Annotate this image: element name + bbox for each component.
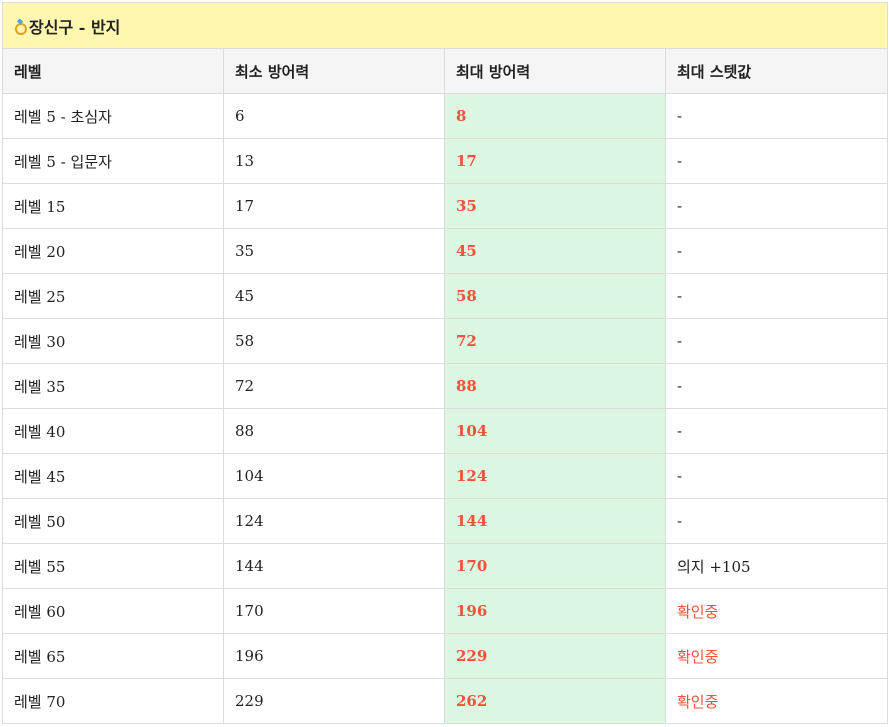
table-row: 레벨 65 196 229 확인중	[2, 633, 889, 679]
cell-max-stat: -	[664, 453, 889, 499]
cell-min-defense: 6	[223, 93, 445, 139]
cell-level: 레벨 5 - 초심자	[2, 93, 224, 139]
cell-max-defense: 196	[444, 588, 666, 634]
cell-min-defense: 35	[223, 228, 445, 274]
cell-level: 레벨 5 - 입문자	[2, 138, 224, 184]
cell-level: 레벨 55	[2, 543, 224, 589]
cell-min-defense: 104	[223, 453, 445, 499]
table-title: 장신구 - 반지	[1, 2, 889, 49]
cell-max-defense: 124	[444, 453, 666, 499]
cell-level: 레벨 15	[2, 183, 224, 229]
column-header-min-defense: 최소 방어력	[223, 48, 445, 94]
table-row: 레벨 30 58 72-	[2, 318, 889, 364]
cell-max-stat: -	[664, 228, 889, 274]
cell-max-defense: 229	[444, 633, 666, 679]
table-row: 레벨 45 104 124-	[2, 453, 889, 499]
cell-max-stat: 의지 +105	[664, 543, 889, 589]
table-row: 레벨 50 124 144-	[2, 498, 889, 544]
cell-min-defense: 170	[223, 588, 445, 634]
cell-max-defense: 170	[444, 543, 666, 589]
table-row: 레벨 15 17 35-	[2, 183, 889, 229]
cell-level: 레벨 25	[2, 273, 224, 319]
cell-max-defense: 72	[444, 318, 666, 364]
ring-armor-table-container: 장신구 - 반지 레벨 최소 방어력 최대 방어력 최대 스텟값 레벨 5 - …	[1, 2, 889, 724]
cell-max-defense: 88	[444, 363, 666, 409]
cell-min-defense: 58	[223, 318, 445, 364]
cell-level: 레벨 40	[2, 408, 224, 454]
table-row: 레벨 5 - 입문자 13 17-	[2, 138, 889, 184]
cell-max-stat: 확인중	[664, 633, 889, 679]
table-title-row: 장신구 - 반지	[1, 2, 889, 49]
cell-min-defense: 229	[223, 678, 445, 724]
cell-max-defense: 8	[444, 93, 666, 139]
cell-max-stat: 확인중	[664, 678, 889, 724]
cell-level: 레벨 70	[2, 678, 224, 724]
column-header-max-stat: 최대 스텟값	[664, 48, 889, 94]
cell-max-defense: 17	[444, 138, 666, 184]
cell-max-defense: 35	[444, 183, 666, 229]
ring-icon	[14, 19, 27, 35]
cell-min-defense: 196	[223, 633, 445, 679]
table-row: 레벨 40 88 104-	[2, 408, 889, 454]
table-row: 레벨 20 35 45-	[2, 228, 889, 274]
cell-min-defense: 13	[223, 138, 445, 184]
table-title-text: 장신구 - 반지	[29, 17, 121, 37]
cell-max-stat: -	[664, 318, 889, 364]
cell-min-defense: 72	[223, 363, 445, 409]
cell-min-defense: 144	[223, 543, 445, 589]
table-row: 레벨 55 144 170 의지 +105	[2, 543, 889, 589]
table-row: 레벨 60 170 196 확인중	[2, 588, 889, 634]
cell-level: 레벨 20	[2, 228, 224, 274]
cell-level: 레벨 30	[2, 318, 224, 364]
cell-max-stat: -	[664, 93, 889, 139]
cell-min-defense: 45	[223, 273, 445, 319]
cell-min-defense: 88	[223, 408, 445, 454]
cell-max-defense: 58	[444, 273, 666, 319]
cell-level: 레벨 65	[2, 633, 224, 679]
cell-max-stat: -	[664, 498, 889, 544]
cell-max-defense: 45	[444, 228, 666, 274]
cell-min-defense: 124	[223, 498, 445, 544]
cell-level: 레벨 45	[2, 453, 224, 499]
cell-max-stat: -	[664, 183, 889, 229]
cell-max-defense: 144	[444, 498, 666, 544]
ring-armor-table: 장신구 - 반지 레벨 최소 방어력 최대 방어력 최대 스텟값 레벨 5 - …	[1, 2, 889, 724]
cell-level: 레벨 50	[2, 498, 224, 544]
table-body: 레벨 5 - 초심자 6 8- 레벨 5 - 입문자 13 17- 레벨 15 17 35- 레벨…	[2, 93, 889, 724]
table-row: 레벨 25 45 58-	[2, 273, 889, 319]
cell-max-defense: 262	[444, 678, 666, 724]
table-row: 레벨 35 72 88-	[2, 363, 889, 409]
cell-level: 레벨 35	[2, 363, 224, 409]
cell-max-stat: -	[664, 408, 889, 454]
table-header-row: 레벨 최소 방어력 최대 방어력 최대 스텟값	[2, 48, 889, 94]
cell-max-defense: 104	[444, 408, 666, 454]
cell-max-stat: -	[664, 363, 889, 409]
cell-max-stat: -	[664, 273, 889, 319]
table-row: 레벨 5 - 초심자 6 8-	[2, 93, 889, 139]
cell-min-defense: 17	[223, 183, 445, 229]
table-row: 레벨 70 229 262 확인중	[2, 678, 889, 724]
cell-level: 레벨 60	[2, 588, 224, 634]
column-header-max-defense: 최대 방어력	[444, 48, 666, 94]
cell-max-stat: -	[664, 138, 889, 184]
column-header-level: 레벨	[2, 48, 224, 94]
cell-max-stat: 확인중	[664, 588, 889, 634]
